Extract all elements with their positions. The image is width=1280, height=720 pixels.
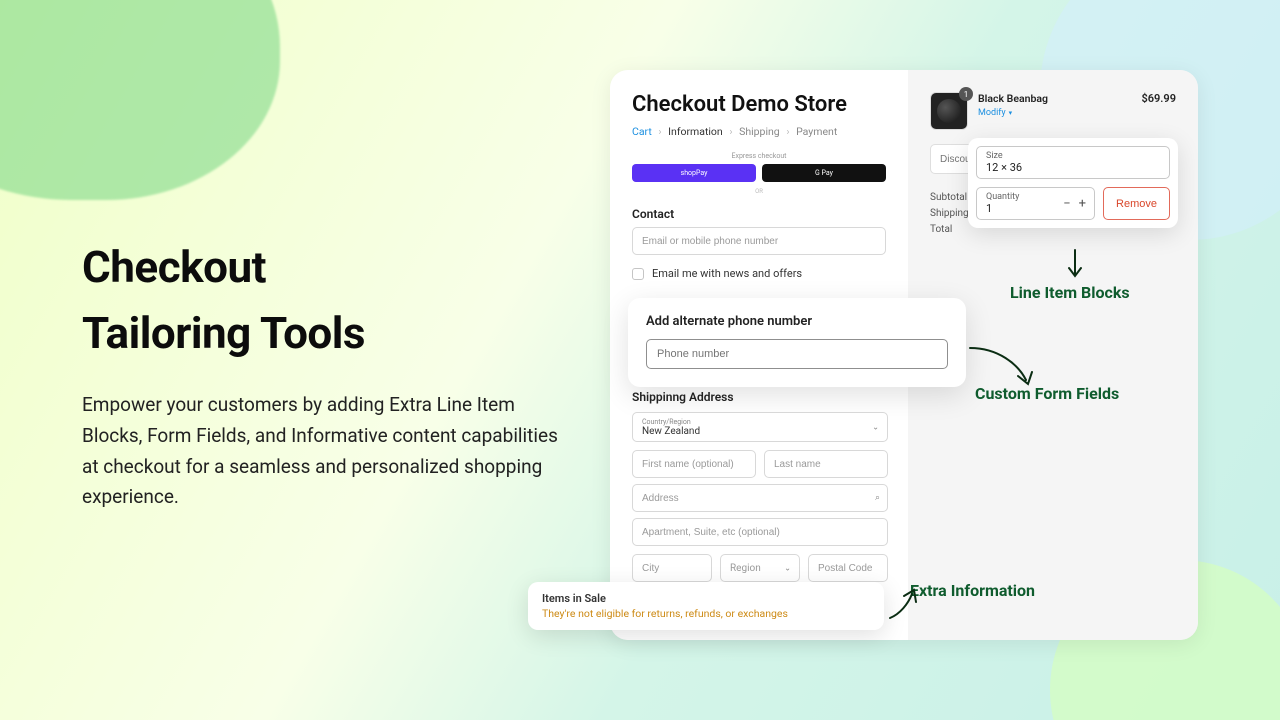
product-name: Black Beanbag (978, 92, 1048, 105)
city-input[interactable] (632, 554, 712, 582)
alt-phone-input[interactable] (646, 339, 948, 369)
hero-description: Empower your customers by adding Extra L… (82, 390, 572, 513)
bg-blob (0, 0, 280, 200)
store-title: Checkout Demo Store (632, 92, 886, 117)
feature-label-line-blocks: Line Item Blocks (1010, 283, 1130, 302)
plus-icon[interactable]: + (1079, 196, 1086, 211)
feature-label-extra-info: Extra Information (910, 581, 1035, 600)
region-select[interactable]: Region ⌄ (720, 554, 800, 582)
country-select[interactable]: Country/Region New Zealand ⌄ (632, 412, 888, 442)
crumb-information[interactable]: Information (668, 125, 723, 138)
remove-button[interactable]: Remove (1103, 187, 1170, 220)
newsletter-checkbox[interactable] (632, 268, 644, 280)
address-input[interactable] (632, 484, 888, 512)
arrow-icon (968, 344, 1038, 388)
contact-heading: Contact (632, 207, 886, 221)
google-pay-button[interactable]: G Pay (762, 164, 886, 182)
alt-phone-card: Add alternate phone number (628, 298, 966, 387)
sale-subtext: They're not eligible for returns, refund… (542, 607, 870, 620)
crumb-payment[interactable]: Payment (796, 125, 837, 138)
apartment-input[interactable] (632, 518, 888, 546)
newsletter-label: Email me with news and offers (652, 267, 802, 280)
contact-input[interactable] (632, 227, 886, 255)
qty-badge: 1 (959, 87, 973, 101)
divider-or: OR (632, 188, 886, 195)
express-checkout-label: Express checkout (632, 152, 886, 160)
chevron-down-icon: ⌄ (784, 564, 791, 573)
chevron-down-icon: ⌄ (872, 423, 879, 432)
shipping-heading: Shippinng Address (632, 390, 888, 404)
line-item-panel: Size 12 × 36 Quantity 1 − + Remove (968, 138, 1178, 228)
size-field[interactable]: Size 12 × 36 (976, 146, 1170, 179)
product-thumbnail: 1 (930, 92, 968, 130)
quantity-field[interactable]: Quantity 1 − + (976, 187, 1095, 220)
arrow-icon (1065, 248, 1085, 282)
product-price: $69.99 (1141, 92, 1176, 105)
modify-link[interactable]: Modify ▾ (978, 108, 1012, 118)
shop-pay-button[interactable]: shopPay (632, 164, 756, 182)
hero-title: Checkout Tailoring Tools (82, 234, 572, 366)
crumb-shipping[interactable]: Shipping (739, 125, 780, 138)
alt-phone-title: Add alternate phone number (646, 314, 948, 329)
hero-copy: Checkout Tailoring Tools Empower your cu… (82, 234, 572, 513)
chevron-down-icon: ▾ (1009, 109, 1013, 117)
crumb-cart[interactable]: Cart (632, 125, 652, 138)
sale-info-card: Items in Sale They're not eligible for r… (528, 582, 884, 630)
sale-heading: Items in Sale (542, 592, 870, 605)
search-icon: ⌕ (875, 493, 880, 503)
breadcrumb: Cart › Information › Shipping › Payment (632, 125, 886, 138)
shipping-section: Shippinng Address Country/Region New Zea… (632, 390, 888, 582)
postal-input[interactable] (808, 554, 888, 582)
first-name-input[interactable] (632, 450, 756, 478)
arrow-icon (886, 588, 922, 624)
last-name-input[interactable] (764, 450, 888, 478)
minus-icon[interactable]: − (1063, 196, 1070, 211)
